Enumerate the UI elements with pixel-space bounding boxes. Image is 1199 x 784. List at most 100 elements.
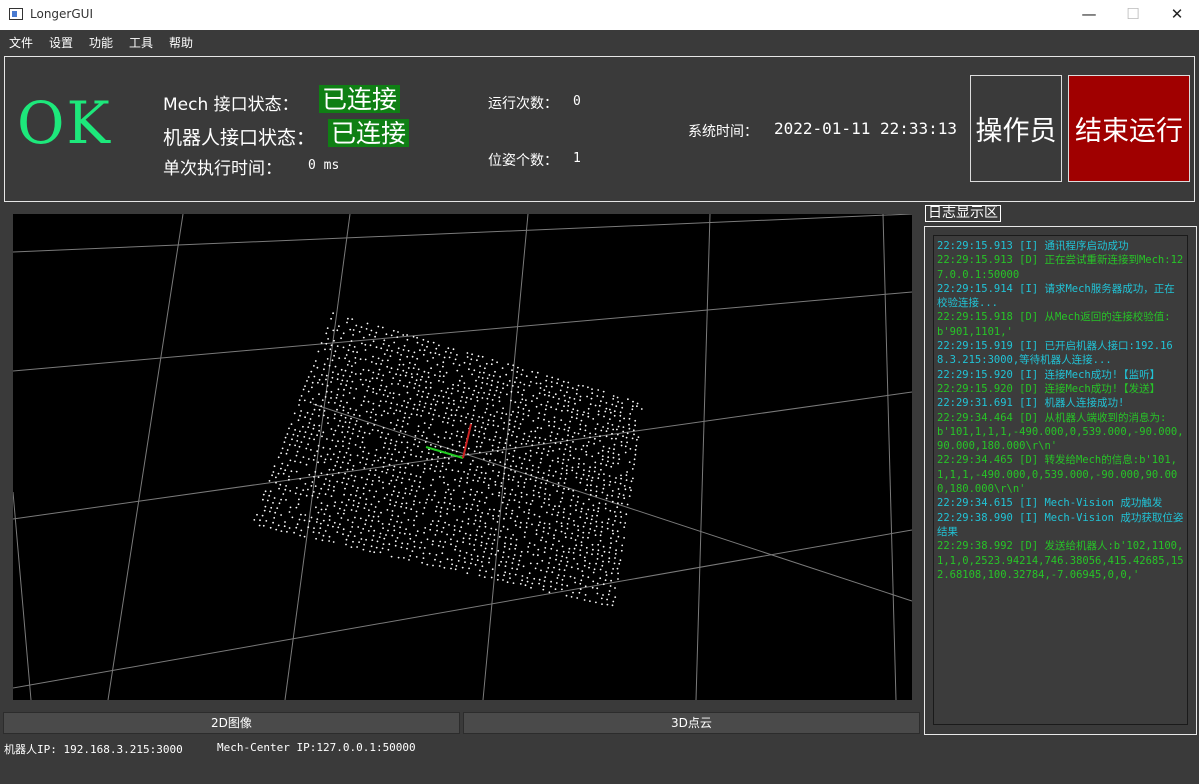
- cloud-point: [558, 540, 560, 542]
- cloud-point: [515, 440, 517, 443]
- cloud-point: [362, 487, 365, 490]
- cloud-point: [557, 574, 560, 576]
- cloud-point: [621, 402, 623, 404]
- cloud-point: [399, 410, 401, 412]
- cloud-point: [361, 441, 364, 444]
- cloud-point: [339, 420, 341, 422]
- cloud-point: [590, 479, 593, 482]
- cloud-point: [483, 532, 486, 534]
- cloud-point: [353, 535, 356, 537]
- cloud-point: [391, 514, 394, 517]
- cloud-point: [512, 455, 515, 458]
- cloud-point: [416, 336, 418, 339]
- cloud-point: [343, 493, 345, 496]
- cloud-point: [406, 385, 409, 388]
- cloud-point: [427, 376, 430, 378]
- cloud-point: [538, 495, 541, 498]
- cloud-point: [375, 331, 378, 334]
- cloud-point: [501, 501, 504, 504]
- maximize-button[interactable]: ☐: [1111, 0, 1155, 30]
- cloud-point: [283, 525, 286, 528]
- cloud-point: [512, 430, 514, 433]
- menu-functions[interactable]: 功能: [89, 34, 113, 51]
- cloud-point: [610, 537, 612, 539]
- cloud-point: [612, 395, 615, 397]
- cloud-point: [349, 328, 352, 331]
- cloud-point: [318, 393, 320, 396]
- menu-settings[interactable]: 设置: [49, 34, 73, 51]
- cloud-point: [583, 469, 585, 471]
- cloud-point: [467, 518, 470, 520]
- cloud-point: [365, 463, 367, 466]
- cloud-point: [330, 317, 332, 320]
- cloud-point: [590, 489, 592, 492]
- cloud-point: [478, 451, 481, 454]
- cloud-point: [563, 575, 566, 577]
- cloud-point: [420, 541, 423, 544]
- cloud-point: [476, 555, 479, 558]
- stop-run-button[interactable]: 结束运行: [1068, 75, 1190, 182]
- cloud-point: [396, 368, 399, 371]
- cloud-point: [548, 394, 550, 397]
- cloud-point: [545, 540, 547, 543]
- point-cloud-viewer[interactable]: [13, 214, 912, 700]
- cloud-point: [443, 356, 446, 359]
- cloud-point: [511, 488, 514, 491]
- cloud-point: [543, 551, 546, 554]
- cloud-point: [370, 411, 373, 414]
- minimize-button[interactable]: —: [1067, 0, 1111, 30]
- cloud-point: [600, 429, 603, 432]
- cloud-point: [502, 496, 505, 499]
- cloud-point: [386, 395, 389, 398]
- cloud-point: [375, 449, 378, 451]
- operator-button[interactable]: 操作员: [970, 75, 1062, 182]
- cloud-point: [462, 406, 465, 409]
- cloud-point: [571, 532, 574, 535]
- menu-help[interactable]: 帮助: [169, 34, 193, 51]
- cloud-point: [588, 532, 590, 534]
- cloud-point: [496, 411, 498, 413]
- cloud-point: [555, 582, 558, 584]
- cloud-point: [620, 477, 622, 480]
- cloud-point: [470, 358, 473, 361]
- cloud-point: [304, 385, 306, 387]
- menu-file[interactable]: 文件: [9, 34, 33, 51]
- cloud-point: [587, 536, 589, 539]
- tab-2d-image[interactable]: 2D图像: [3, 712, 460, 734]
- cloud-point: [580, 541, 583, 543]
- menu-tools[interactable]: 工具: [129, 34, 153, 51]
- cloud-point: [313, 375, 316, 378]
- cloud-point: [463, 361, 466, 364]
- cloud-point: [385, 385, 388, 388]
- cloud-point: [481, 491, 483, 494]
- cloud-point: [603, 473, 605, 475]
- close-button[interactable]: ✕: [1155, 0, 1199, 30]
- cloud-point: [409, 493, 411, 495]
- cloud-point: [586, 478, 588, 481]
- cloud-point: [459, 400, 462, 402]
- cloud-point: [555, 437, 557, 440]
- cloud-point: [423, 370, 426, 373]
- app-icon: [9, 8, 23, 20]
- cloud-point: [446, 508, 449, 510]
- cloud-point: [529, 562, 532, 565]
- cloud-point: [363, 543, 365, 546]
- cloud-point: [300, 441, 303, 443]
- cloud-point: [582, 574, 584, 577]
- cloud-point: [415, 510, 418, 513]
- cloud-point: [466, 481, 468, 484]
- log-area[interactable]: 22:29:15.913 [I] 通讯程序启动成功 22:29:15.913 [D…: [933, 235, 1188, 725]
- cloud-point: [458, 485, 461, 487]
- cloud-point: [438, 379, 440, 382]
- cloud-point: [366, 422, 369, 425]
- cloud-point: [561, 462, 564, 465]
- tab-3d-cloud[interactable]: 3D点云: [463, 712, 920, 734]
- cloud-point: [523, 511, 526, 513]
- cloud-point: [551, 459, 554, 462]
- cloud-point: [538, 582, 540, 585]
- cloud-point: [356, 351, 358, 354]
- cloud-point: [388, 371, 391, 373]
- cloud-point: [453, 508, 455, 511]
- cloud-point: [334, 429, 337, 432]
- cloud-point: [432, 341, 435, 344]
